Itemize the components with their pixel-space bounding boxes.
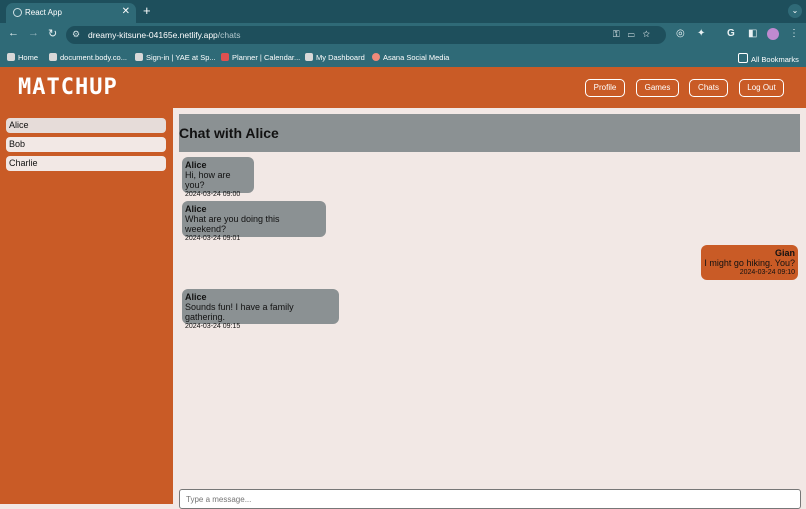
- bookmarks-bar: Home document.body.co... Sign-in | YAE a…: [0, 47, 806, 67]
- back-icon[interactable]: ←: [8, 27, 19, 39]
- extension-icon[interactable]: ◎: [676, 28, 685, 39]
- chats-button[interactable]: Chats: [689, 79, 728, 97]
- browser-tab[interactable]: React App ✕: [6, 3, 136, 23]
- bookmark-icon: [7, 53, 15, 61]
- url-text: dreamy-kitsune-04165e.netlify.app/chats: [88, 30, 241, 40]
- logout-button[interactable]: Log Out: [739, 79, 784, 97]
- message-text: Hi, how are you?: [185, 170, 231, 190]
- bookmark-home[interactable]: Home: [7, 53, 38, 62]
- profile-button[interactable]: Profile: [585, 79, 625, 97]
- message-sender: Alice: [185, 292, 207, 302]
- reload-icon[interactable]: ↻: [48, 27, 57, 40]
- bookmark-icon: [135, 53, 143, 61]
- bookmark-planner[interactable]: Planner | Calendar...: [221, 53, 300, 62]
- bookmark-icon: [305, 53, 313, 61]
- contact-item-alice[interactable]: Alice: [6, 118, 166, 133]
- message-bubble: Alice Sounds fun! I have a family gather…: [182, 289, 339, 330]
- bookmark-signin[interactable]: Sign-in | YAE at Sp...: [135, 53, 216, 62]
- bookmark-document[interactable]: document.body.co...: [49, 53, 127, 62]
- bookmark-dashboard[interactable]: My Dashboard: [305, 53, 365, 62]
- bookmark-icon: [49, 53, 57, 61]
- message-sender: Alice: [185, 160, 207, 170]
- tab-title: React App: [25, 8, 62, 17]
- message-time: 2024-03-24 09:15: [185, 323, 241, 330]
- menu-icon[interactable]: ⋮: [789, 28, 799, 39]
- password-key-icon[interactable]: ⚿: [613, 29, 628, 39]
- message-text: I might go hiking. You?: [704, 258, 795, 268]
- site-info-icon[interactable]: ⚙: [72, 29, 80, 40]
- message-text: What are you doing this weekend?: [185, 214, 280, 234]
- message-bubble-mine: Gian I might go hiking. You? 2024-03-24 …: [701, 245, 798, 280]
- chat-header: Chat with Alice: [179, 114, 800, 152]
- bookmark-star-icon[interactable]: ☆: [643, 29, 658, 39]
- profile-avatar[interactable]: [767, 28, 779, 40]
- message-bubble: Alice Hi, how are you? 2024-03-24 09:00: [182, 157, 254, 198]
- chat-panel: Chat with Alice Alice Hi, how are you? 2…: [173, 108, 806, 509]
- browser-tab-bar: React App ✕ + ⌄: [0, 0, 806, 23]
- address-bar[interactable]: ⚙ dreamy-kitsune-04165e.netlify.app/chat…: [66, 26, 666, 44]
- install-app-icon[interactable]: ▭: [628, 29, 643, 39]
- extensions-puzzle-icon[interactable]: ✦: [697, 28, 705, 39]
- new-tab-icon[interactable]: +: [143, 3, 151, 18]
- react-favicon-icon: [13, 8, 22, 17]
- contact-item-charlie[interactable]: Charlie: [6, 156, 166, 171]
- tab-search-icon[interactable]: ⌄: [788, 4, 802, 18]
- contact-item-bob[interactable]: Bob: [6, 137, 166, 152]
- message-time: 2024-03-24 09:10: [739, 269, 795, 276]
- forward-icon[interactable]: →: [28, 27, 39, 39]
- grammarly-icon[interactable]: G: [727, 28, 735, 39]
- app-header: MATCHUP Profile Games Chats Log Out: [0, 67, 806, 108]
- app-logo[interactable]: MATCHUP: [18, 75, 118, 100]
- folder-icon: [738, 53, 748, 63]
- asana-icon: [372, 53, 380, 61]
- all-bookmarks[interactable]: All Bookmarks: [738, 53, 799, 64]
- message-time: 2024-03-24 09:00: [185, 191, 241, 198]
- browser-toolbar: ← → ↻ ⚙ dreamy-kitsune-04165e.netlify.ap…: [0, 23, 806, 47]
- omnibox-actions: ⚿▭☆: [613, 29, 658, 40]
- message-sender: Gian: [774, 248, 795, 258]
- bookmark-icon: [221, 53, 229, 61]
- games-button[interactable]: Games: [636, 79, 679, 97]
- message-bubble: Alice What are you doing this weekend? 2…: [182, 201, 326, 242]
- chat-title: Chat with Alice: [179, 125, 279, 141]
- close-tab-icon[interactable]: ✕: [122, 6, 130, 17]
- bookmark-asana[interactable]: Asana Social Media: [372, 53, 449, 62]
- message-sender: Alice: [185, 204, 207, 214]
- side-panel-icon[interactable]: ◧: [748, 28, 757, 39]
- message-text: Sounds fun! I have a family gathering.: [185, 302, 294, 322]
- message-input[interactable]: [179, 489, 801, 509]
- message-time: 2024-03-24 09:01: [185, 235, 241, 242]
- contacts-sidebar: Alice Bob Charlie: [0, 108, 173, 504]
